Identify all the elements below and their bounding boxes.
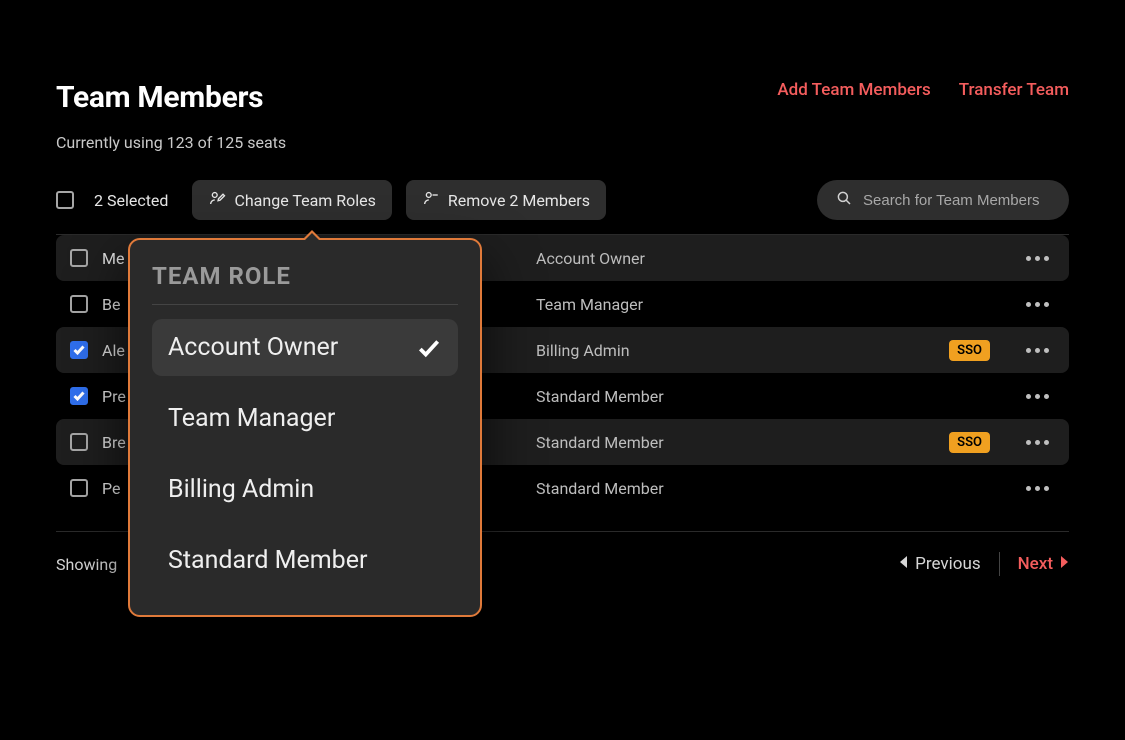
seat-usage: Currently using 123 of 125 seats — [56, 133, 286, 152]
caret-right-icon — [1059, 554, 1069, 574]
pagination: Previous Next — [899, 552, 1069, 576]
row-actions-menu[interactable] — [1020, 342, 1055, 359]
row-actions-menu[interactable] — [1020, 434, 1055, 451]
remove-members-label: Remove 2 Members — [448, 191, 590, 210]
member-role: Standard Member — [536, 433, 935, 452]
row-checkbox[interactable] — [70, 249, 88, 267]
add-team-members-link[interactable]: Add Team Members — [777, 80, 930, 100]
caret-left-icon — [899, 554, 909, 574]
member-role: Team Manager — [536, 295, 1006, 314]
role-option-label: Team Manager — [168, 404, 335, 433]
role-option[interactable]: Billing Admin — [152, 461, 458, 518]
select-all-checkbox[interactable] — [56, 191, 74, 209]
row-checkbox[interactable] — [70, 387, 88, 405]
change-roles-label: Change Team Roles — [234, 191, 375, 210]
search-icon — [835, 189, 853, 211]
member-role: Standard Member — [536, 479, 1006, 498]
user-remove-icon — [422, 189, 440, 211]
role-option[interactable]: Account Owner — [152, 319, 458, 376]
transfer-team-link[interactable]: Transfer Team — [959, 80, 1069, 100]
row-actions-menu[interactable] — [1020, 250, 1055, 267]
row-actions-menu[interactable] — [1020, 296, 1055, 313]
search-field[interactable] — [817, 180, 1069, 220]
user-edit-icon — [208, 189, 226, 211]
next-button[interactable]: Next — [1018, 554, 1069, 574]
previous-button[interactable]: Previous — [899, 554, 980, 574]
row-checkbox[interactable] — [70, 341, 88, 359]
search-input[interactable] — [863, 192, 1051, 209]
row-actions-menu[interactable] — [1020, 388, 1055, 405]
sso-badge: SSO — [949, 432, 990, 453]
selected-count: 2 Selected — [94, 191, 168, 210]
previous-label: Previous — [915, 554, 980, 574]
dropdown-title: TEAM ROLE — [152, 262, 458, 305]
change-team-roles-button[interactable]: Change Team Roles — [192, 180, 391, 220]
row-checkbox[interactable] — [70, 479, 88, 497]
row-checkbox[interactable] — [70, 433, 88, 451]
role-option[interactable]: Standard Member — [152, 532, 458, 589]
role-option[interactable]: Team Manager — [152, 390, 458, 447]
showing-label: Showing — [56, 555, 117, 574]
role-option-label: Account Owner — [168, 333, 338, 362]
row-actions-menu[interactable] — [1020, 480, 1055, 497]
member-role: Account Owner — [536, 249, 1006, 268]
check-icon — [416, 335, 442, 361]
sso-badge: SSO — [949, 340, 990, 361]
role-option-label: Standard Member — [168, 546, 367, 575]
team-role-dropdown: TEAM ROLE Account Owner Team Manager Billi… — [128, 238, 482, 617]
row-checkbox[interactable] — [70, 295, 88, 313]
member-role: Billing Admin — [536, 341, 935, 360]
page-title: Team Members — [56, 80, 286, 115]
next-label: Next — [1018, 554, 1053, 574]
member-role: Standard Member — [536, 387, 1006, 406]
remove-members-button[interactable]: Remove 2 Members — [406, 180, 606, 220]
role-option-label: Billing Admin — [168, 475, 314, 504]
toolbar: 2 Selected Change Team Roles Remove 2 Me… — [56, 180, 1069, 220]
pager-separator — [999, 552, 1000, 576]
